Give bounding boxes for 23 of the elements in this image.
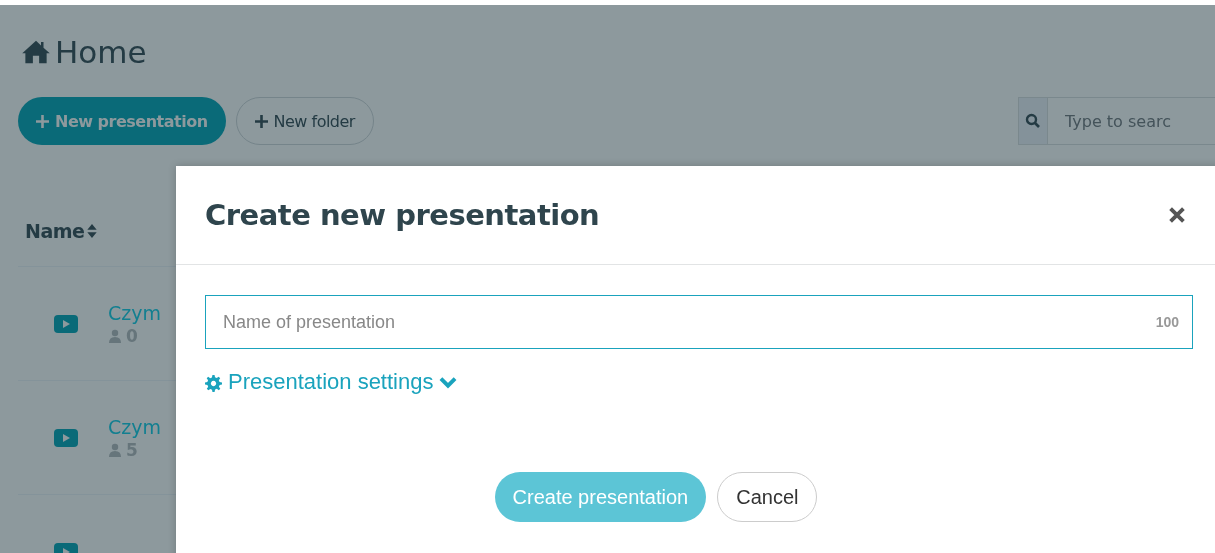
sort-icon — [87, 224, 98, 238]
video-icon — [54, 314, 78, 333]
page-title: Home — [55, 34, 147, 70]
cancel-button[interactable]: Cancel — [717, 472, 818, 522]
search-button[interactable] — [1018, 97, 1048, 145]
presentation-link[interactable]: Czym — [108, 301, 161, 324]
video-icon — [54, 428, 78, 447]
character-counter: 100 — [1155, 314, 1179, 330]
home-icon — [21, 39, 51, 65]
search-field[interactable]: Type to searc — [1048, 97, 1215, 145]
settings-toggle[interactable]: Presentation settings — [205, 369, 458, 395]
user-icon — [108, 442, 122, 457]
presentation-link[interactable]: Czym — [108, 415, 161, 438]
dialog-title: Create new presentation — [205, 198, 600, 232]
column-header[interactable]: Name — [25, 220, 98, 242]
chevron-icon — [439, 375, 458, 389]
plus-icon — [36, 114, 49, 128]
new-button[interactable]: New presentation — [18, 97, 226, 145]
search-icon — [1025, 113, 1041, 129]
user-icon — [108, 328, 122, 343]
plus-icon — [254, 114, 268, 128]
gear-icon — [205, 375, 222, 392]
close-icon[interactable] — [1169, 207, 1185, 223]
